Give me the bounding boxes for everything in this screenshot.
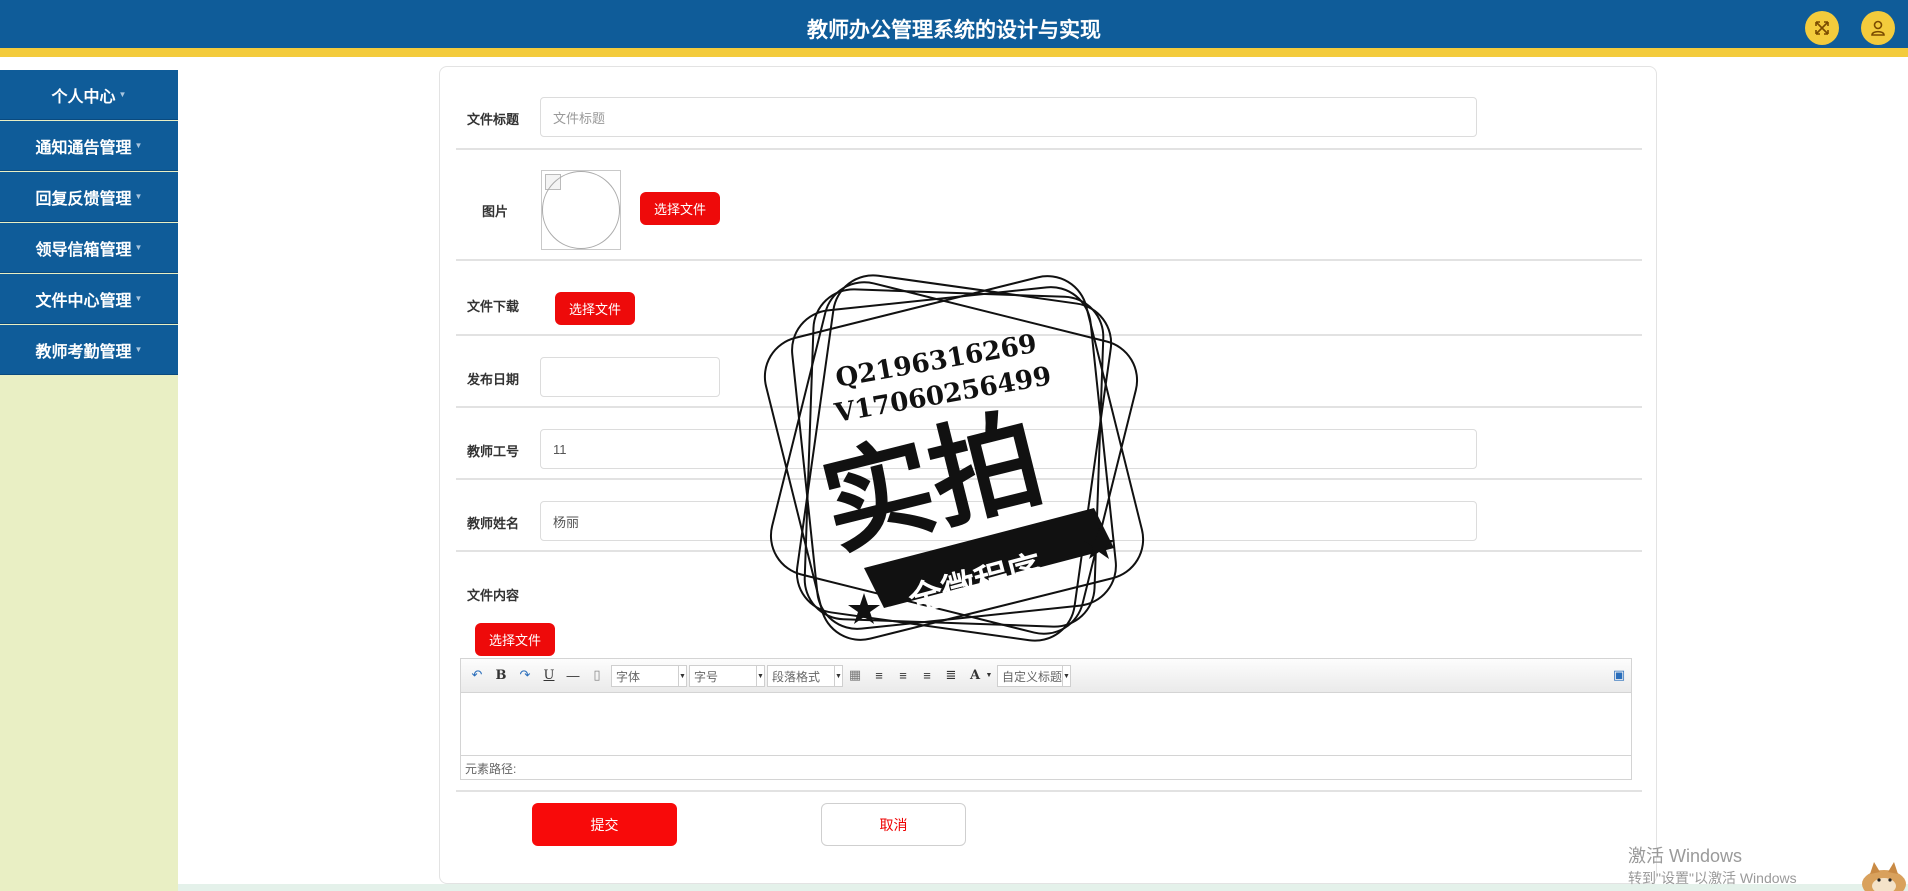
sidebar-item-attendance-management[interactable]: 教师考勤管理 ▼ [0,325,178,375]
shiba-mascot-icon [1862,862,1906,891]
top-header: 教师办公管理系统的设计与实现 [0,0,1908,57]
caret-down-icon: ▼ [134,192,143,201]
sidebar-item-feedback-management[interactable]: 回复反馈管理 ▼ [0,172,178,222]
sidebar-item-label: 文件中心管理 [35,292,132,310]
align-justify-icon[interactable]: ≣ [943,667,959,683]
caret-down-icon: ▼ [134,294,143,303]
fullscreen-button[interactable] [1805,11,1839,45]
date-input[interactable] [540,357,720,397]
sidebar-item-label: 领导信箱管理 [35,241,132,259]
align-right-icon[interactable]: ≡ [895,667,911,683]
caret-down-icon: ▼ [134,345,143,354]
undo-icon[interactable]: ↶ [469,667,485,683]
align-left-icon[interactable]: ≡ [871,667,887,683]
sidebar: 个人中心 ▼ 通知通告管理 ▼ 回复反馈管理 ▼ 领导信箱管理 ▼ 文件中心管理 ▼ 教师… [0,70,178,891]
activate-windows-subtitle: 转到"设置"以激活 Windows [1628,870,1797,886]
download-choose-file-button[interactable]: 选择文件 [555,292,635,325]
image-preview [541,170,621,250]
dropdown-arrow-icon: ▼ [1062,666,1070,686]
sidebar-item-mailbox-management[interactable]: 领导信箱管理 ▼ [0,223,178,273]
element-path-label: 元素路径: [465,762,517,776]
source-code-icon[interactable]: ▣ [1611,667,1627,683]
app-title: 教师办公管理系统的设计与实现 [807,17,1101,42]
teacher-name-label: 教师姓名 [467,516,520,531]
sidebar-item-file-center-management[interactable]: 文件中心管理 ▼ [0,274,178,324]
title-input[interactable]: 文件标题 [540,97,1477,137]
table-icon[interactable]: ▦ [847,667,863,683]
sidebar-item-notice-management[interactable]: 通知通告管理 ▼ [0,121,178,171]
user-icon [1871,20,1885,36]
activate-windows-title: 激活 Windows [1628,846,1743,866]
custom-title-select[interactable]: 自定义标题 ▼ [997,665,1071,687]
custom-title-select-label: 自定义标题 [1002,670,1063,684]
image-label: 图片 [482,204,509,219]
font-size-select-label: 字号 [694,670,719,684]
caret-down-icon: ▼ [118,90,127,99]
underline-icon[interactable]: U [541,667,557,683]
image-choose-file-button[interactable]: 选择文件 [640,192,720,225]
editor-statusbar: 元素路径: [461,755,1631,779]
paragraph-format-select[interactable]: 段落格式 ▼ [767,665,843,687]
form-row-image [456,150,1642,261]
submit-button[interactable]: 提交 [532,803,677,846]
align-center-icon[interactable]: ≡ [919,667,935,683]
image-circle [542,171,620,249]
redo-icon[interactable]: ↷ [517,667,533,683]
sidebar-item-label: 教师考勤管理 [35,343,132,361]
caret-down-icon: ▼ [134,243,143,252]
bold-icon[interactable]: B [493,667,509,683]
font-family-select-label: 字体 [616,670,641,684]
sidebar-item-label: 回复反馈管理 [35,190,132,208]
caret-down-icon: ▼ [134,141,143,150]
dropdown-arrow-icon: ▼ [678,666,686,686]
cancel-button[interactable]: 取消 [821,803,966,846]
editor-toolbar: ↶ B ↷ U — ▯ 字体 ▼ 字号 ▼ 段落格式 ▼ ▦ ≡ ≡ ≡ ≣ A… [461,659,1631,693]
expand-icon [1815,21,1829,35]
content-choose-file-button[interactable]: 选择文件 [475,623,555,656]
content-label: 文件内容 [467,588,520,603]
download-label: 文件下载 [467,299,520,314]
dropdown-arrow-icon: ▼ [756,666,764,686]
sidebar-item-label: 个人中心 [51,88,116,106]
teacher-id-label: 教师工号 [467,444,520,459]
date-label: 发布日期 [467,372,520,387]
rich-text-editor: ↶ B ↷ U — ▯ 字体 ▼ 字号 ▼ 段落格式 ▼ ▦ ≡ ≡ ≡ ≣ A… [460,658,1632,780]
title-label: 文件标题 [467,112,520,127]
paragraph-format-select-label: 段落格式 [772,670,821,684]
dropdown-arrow-icon: ▼ [834,666,842,686]
font-color-dropdown-icon[interactable]: ▼ [981,667,997,683]
sidebar-item-label: 通知通告管理 [35,139,132,157]
clear-doc-icon[interactable]: ▯ [589,667,605,683]
sidebar-item-personal-center[interactable]: 个人中心 ▼ [0,70,178,120]
watermark-stamp: Q2196316269 V17060256499 实拍 全微程序 [763,274,1145,642]
font-size-select[interactable]: 字号 ▼ [689,665,765,687]
horizontal-rule-icon[interactable]: — [565,667,581,683]
font-family-select[interactable]: 字体 ▼ [611,665,687,687]
user-profile-button[interactable] [1861,11,1895,45]
